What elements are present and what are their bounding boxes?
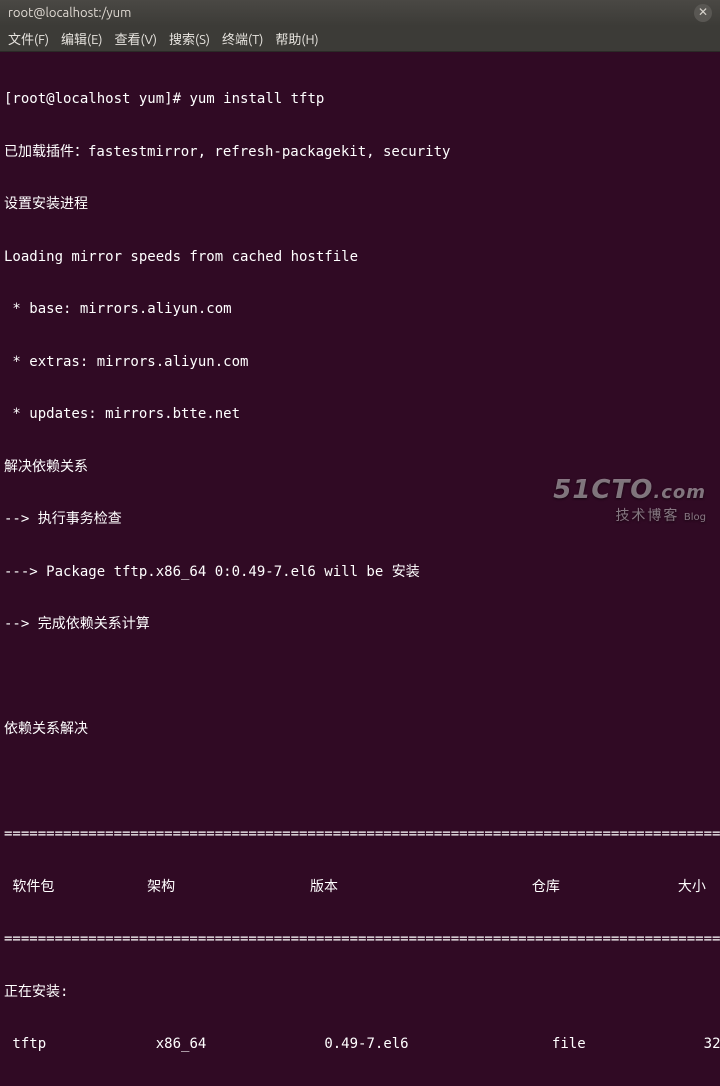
terminal-area[interactable]: [root@localhost yum]# yum install tftp 已… — [0, 52, 720, 1086]
terminal-line: Loading mirror speeds from cached hostfi… — [4, 249, 716, 267]
terminal-line — [4, 669, 716, 687]
table-row: tftp x86_64 0.49-7.el6 file 32 k — [4, 1036, 716, 1054]
menu-edit[interactable]: 编辑(E) — [61, 29, 102, 48]
menu-file[interactable]: 文件(F) — [8, 29, 49, 48]
menu-view[interactable]: 查看(V) — [115, 29, 157, 48]
terminal-line: [root@localhost yum]# yum install tftp — [4, 91, 716, 109]
terminal-line: * extras: mirrors.aliyun.com — [4, 354, 716, 372]
col-version: 版本 — [310, 879, 338, 895]
terminal-line: --> 完成依赖关系计算 — [4, 616, 716, 634]
menubar: 文件(F) 编辑(E) 查看(V) 搜索(S) 终端(T) 帮助(H) — [0, 26, 720, 52]
window-titlebar: root@localhost:/yum ✕ — [0, 0, 720, 26]
window-title: root@localhost:/yum — [8, 6, 688, 20]
cell-size: 32 k — [704, 1036, 720, 1052]
terminal-line: 正在安装: — [4, 984, 716, 1002]
terminal-line: * updates: mirrors.btte.net — [4, 406, 716, 424]
horizontal-rule: ========================================… — [4, 826, 716, 844]
terminal-line: 解决依赖关系 — [4, 459, 716, 477]
cell-repo: file — [552, 1036, 586, 1052]
cell-version: 0.49-7.el6 — [324, 1036, 408, 1052]
terminal-line: * base: mirrors.aliyun.com — [4, 301, 716, 319]
cell-arch: x86_64 — [156, 1036, 207, 1052]
col-size: 大小 — [678, 879, 706, 895]
terminal-line: --> 执行事务检查 — [4, 511, 716, 529]
col-repo: 仓库 — [532, 879, 560, 895]
typed-command: yum install tftp — [189, 91, 324, 107]
terminal-line — [4, 774, 716, 792]
menu-terminal[interactable]: 终端(T) — [222, 29, 263, 48]
terminal-line: 已加载插件：fastestmirror, refresh-packagekit,… — [4, 144, 716, 162]
terminal-line: 设置安装进程 — [4, 196, 716, 214]
horizontal-rule: ========================================… — [4, 931, 716, 949]
menu-search[interactable]: 搜索(S) — [169, 29, 210, 48]
terminal-line: ---> Package tftp.x86_64 0:0.49-7.el6 wi… — [4, 564, 716, 582]
table-header-row: 软件包 架构 版本 仓库 大小 — [4, 879, 716, 897]
col-arch: 架构 — [147, 879, 175, 895]
cell-name: tftp — [4, 1036, 46, 1052]
menu-help[interactable]: 帮助(H) — [275, 29, 318, 48]
shell-prompt: [root@localhost yum]# — [4, 91, 189, 107]
col-package: 软件包 — [4, 879, 54, 895]
close-button[interactable]: ✕ — [694, 4, 712, 22]
close-icon: ✕ — [698, 7, 708, 19]
terminal-line: 依赖关系解决 — [4, 721, 716, 739]
